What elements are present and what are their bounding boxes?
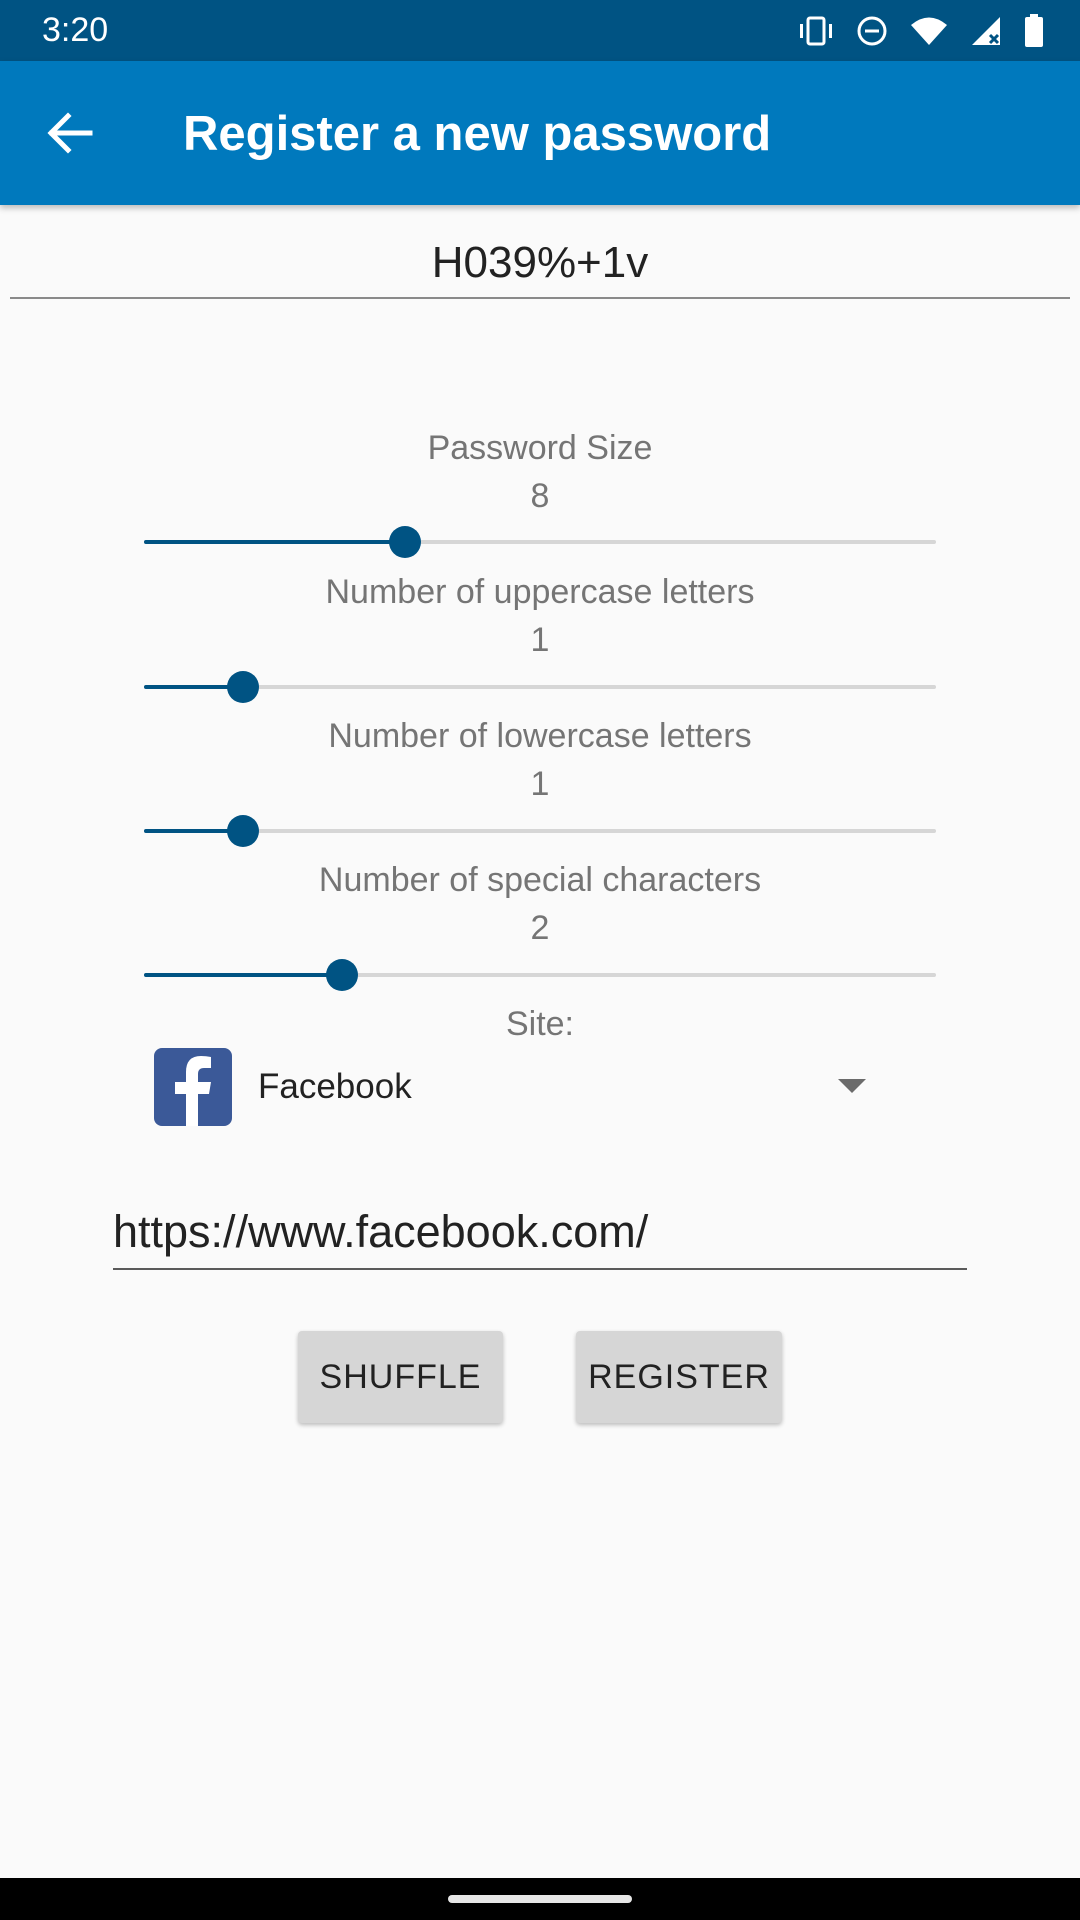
screen: 3:20 Register a new password H039%+1v Pa… [0, 0, 1080, 1920]
slider-thumb[interactable] [227, 671, 259, 703]
site-label: Site: [505, 1005, 575, 1043]
lowercase-slider-block: Number of lowercase letters 1 [0, 714, 1080, 806]
lowercase-slider[interactable] [144, 815, 936, 847]
signal-icon [970, 15, 1002, 47]
wifi-icon [910, 16, 948, 46]
slider-fill [144, 973, 342, 977]
generated-password-field[interactable]: H039%+1v [10, 233, 1070, 299]
slider-thumb[interactable] [227, 815, 259, 847]
vibrate-icon [798, 15, 834, 47]
status-icons [798, 12, 1044, 50]
arrow-back-icon [47, 112, 93, 154]
register-button[interactable]: REGISTER [576, 1331, 782, 1423]
status-time: 3:20 [42, 11, 109, 49]
slider-fill [144, 540, 406, 544]
uppercase-slider-block: Number of uppercase letters 1 [0, 570, 1080, 662]
password-size-slider-block: Password Size 8 [0, 426, 1080, 518]
special-characters-label: Number of special characters [318, 861, 762, 899]
home-indicator[interactable] [448, 1895, 632, 1903]
dropdown-arrow-icon [838, 1079, 866, 1093]
password-size-label: Password Size [427, 429, 653, 467]
special-characters-value: 2 [530, 909, 550, 947]
lowercase-label: Number of lowercase letters [328, 717, 752, 755]
slider-thumb[interactable] [389, 526, 422, 558]
uppercase-label: Number of uppercase letters [325, 573, 755, 611]
selected-site: Facebook [258, 1067, 412, 1106]
facebook-logo-icon [154, 1048, 232, 1126]
password-size-slider[interactable] [144, 526, 936, 558]
slider-thumb[interactable] [326, 959, 358, 991]
navigation-bar [0, 1878, 1080, 1920]
shuffle-button[interactable]: SHUFFLE [298, 1331, 503, 1423]
app-bar: Register a new password [0, 61, 1080, 205]
status-bar: 3:20 [0, 0, 1080, 61]
uppercase-value: 1 [530, 621, 550, 659]
password-size-value: 8 [530, 477, 550, 515]
page-title: Register a new password [183, 107, 772, 161]
site-dropdown[interactable]: Facebook [152, 1045, 892, 1127]
url-input[interactable]: https://www.facebook.com/ [113, 1200, 967, 1270]
do-not-disturb-icon [856, 15, 888, 47]
special-characters-slider[interactable] [144, 959, 936, 991]
special-slider-block: Number of special characters 2 [0, 858, 1080, 950]
back-button[interactable] [40, 103, 100, 163]
battery-icon [1024, 14, 1044, 48]
lowercase-value: 1 [530, 765, 550, 803]
uppercase-slider[interactable] [144, 671, 936, 703]
